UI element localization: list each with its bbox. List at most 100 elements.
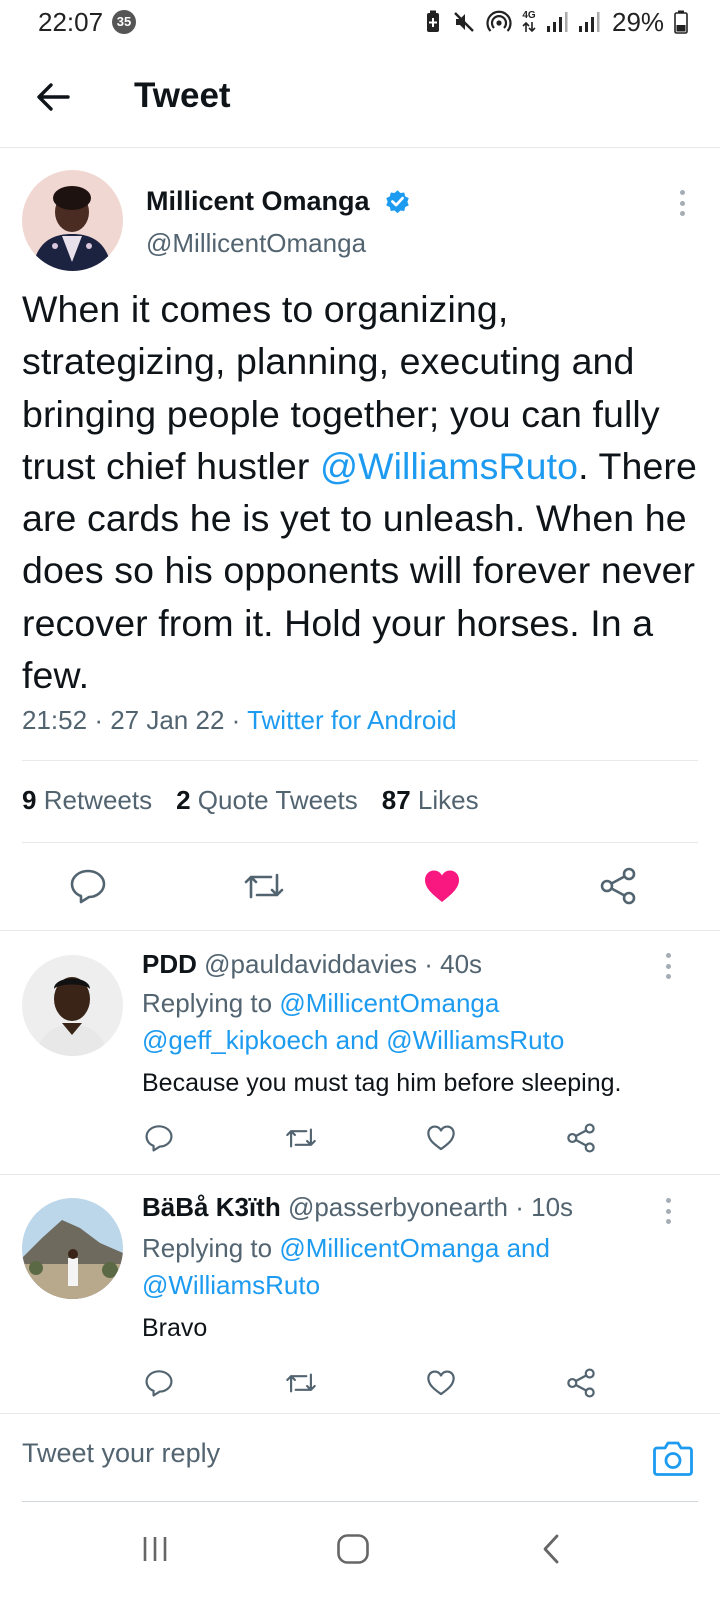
reply-icon — [145, 1125, 173, 1152]
author-handle[interactable]: @MillicentOmanga — [146, 228, 366, 259]
reply-more-options-icon[interactable] — [658, 951, 678, 981]
tweet-text: When it comes to organizing, strategizin… — [22, 283, 702, 701]
reply-icon — [145, 1370, 173, 1397]
replying-to-and: and — [335, 1025, 379, 1055]
tweet-stats: 9 Retweets 2 Quote Tweets 87 Likes — [22, 785, 479, 816]
reply-author-handle[interactable]: @passerbyonearth — [288, 1192, 508, 1222]
battery-saver-icon — [427, 10, 439, 32]
like-button[interactable] — [424, 1366, 458, 1400]
tweet-time: 21:52 — [22, 705, 88, 735]
replying-to-mention[interactable]: @geff_kipkoech — [142, 1025, 328, 1055]
nav-back-button[interactable] — [526, 1526, 576, 1572]
camera-icon — [653, 1441, 693, 1476]
app-header: Tweet — [0, 48, 720, 148]
reply-age: 40s — [440, 949, 483, 979]
replying-to-mention[interactable]: @MillicentOmanga — [279, 1233, 499, 1263]
share-button[interactable] — [564, 1121, 598, 1155]
data-arrows-icon — [522, 21, 536, 33]
mute-icon — [454, 12, 474, 32]
reply-button[interactable] — [66, 864, 110, 908]
meta-separator: · — [94, 705, 111, 735]
verified-badge-icon — [386, 190, 409, 214]
tweet-source-link[interactable]: Twitter for Android — [247, 705, 457, 735]
meta-separator: · — [231, 705, 248, 735]
signal-icon-2 — [579, 12, 600, 32]
replying-to-line: Replying to @MillicentOmanga and — [142, 1233, 550, 1264]
reply-author-handle[interactable]: @pauldaviddavies — [204, 949, 417, 979]
share-button[interactable] — [596, 864, 640, 908]
meta-separator: · — [424, 949, 441, 979]
replying-to-line: Replying to @MillicentOmanga — [142, 988, 499, 1019]
back-button[interactable] — [30, 74, 76, 120]
author-name[interactable]: Millicent Omanga — [146, 186, 370, 217]
retweet-icon — [286, 1373, 316, 1393]
status-bar: 22:07 35 4G 29% — [0, 0, 720, 44]
like-button[interactable] — [420, 864, 464, 908]
tweet-meta: 21:52 · 27 Jan 22 · Twitter for Android — [22, 705, 457, 736]
tweet-date: 27 Jan 22 — [110, 705, 225, 735]
share-icon — [567, 1123, 595, 1153]
hotspot-icon — [486, 10, 512, 32]
reply-text: Because you must tag him before sleeping… — [142, 1069, 622, 1097]
heart-filled-icon — [425, 870, 459, 902]
reply-header: BäBå K3ïth @passerbyonearth · 10s — [142, 1192, 573, 1223]
reply-header: PDD @pauldaviddavies · 40s — [142, 949, 482, 980]
retweet-button[interactable] — [284, 1121, 318, 1155]
replying-to-and: and — [506, 1233, 550, 1263]
back-arrow-icon — [37, 83, 70, 111]
home-button[interactable] — [328, 1526, 378, 1572]
retweet-button[interactable] — [284, 1366, 318, 1400]
replying-to-line: @WilliamsRuto — [142, 1270, 320, 1301]
network-type-label: 4G — [522, 10, 536, 21]
like-button[interactable] — [424, 1121, 458, 1155]
replying-to-label: Replying to — [142, 988, 273, 1018]
reply-more-options-icon[interactable] — [658, 1196, 678, 1226]
battery-percent: 29% — [612, 6, 665, 37]
reply-avatar[interactable] — [22, 955, 123, 1056]
quote-tweets-stat[interactable]: 2 Quote Tweets — [176, 785, 358, 816]
reply-age: 10s — [531, 1192, 574, 1222]
likes-stat[interactable]: 87 Likes — [382, 785, 479, 816]
notification-count-badge: 35 — [112, 10, 136, 34]
share-button[interactable] — [564, 1366, 598, 1400]
reply-composer — [0, 1413, 720, 1503]
more-options-icon[interactable] — [672, 188, 692, 218]
retweet-button[interactable] — [242, 864, 286, 908]
heart-outline-icon — [427, 1125, 455, 1151]
heart-outline-icon — [427, 1370, 455, 1396]
replying-to-mention[interactable]: @WilliamsRuto — [386, 1025, 564, 1055]
reply-tweet[interactable]: PDD @pauldaviddavies · 40s Replying to @… — [0, 931, 720, 1175]
system-nav-bar — [0, 1502, 720, 1600]
author-avatar[interactable] — [22, 170, 123, 271]
reply-button[interactable] — [142, 1121, 176, 1155]
meta-separator: · — [515, 1192, 532, 1222]
status-time: 22:07 — [38, 7, 104, 37]
home-icon — [337, 1534, 369, 1564]
reply-text: Bravo — [142, 1314, 208, 1342]
divider — [0, 1174, 720, 1175]
status-icons: 4G 29% — [424, 6, 688, 37]
reply-avatar[interactable] — [22, 1198, 123, 1299]
share-icon — [600, 867, 636, 905]
reply-author-name[interactable]: PDD — [142, 949, 197, 979]
retweet-icon — [286, 1128, 316, 1148]
reply-tweet[interactable]: BäBå K3ïth @passerbyonearth · 10s Replyi… — [0, 1176, 720, 1413]
tweet-mention-link[interactable]: @WilliamsRuto — [320, 445, 578, 487]
divider — [22, 842, 698, 843]
network-indicator: 4G — [522, 11, 536, 33]
reply-icon — [70, 869, 106, 904]
reply-input[interactable] — [22, 1438, 582, 1469]
replying-to-mention[interactable]: @MillicentOmanga — [279, 988, 499, 1018]
recent-apps-icon — [143, 1537, 167, 1561]
divider — [22, 760, 698, 761]
replying-to-mention[interactable]: @WilliamsRuto — [142, 1270, 320, 1300]
retweet-icon — [244, 873, 284, 899]
replying-to-line: @geff_kipkoech and @WilliamsRuto — [142, 1025, 564, 1056]
recent-apps-button[interactable] — [130, 1526, 180, 1572]
share-icon — [567, 1368, 595, 1398]
retweets-stat[interactable]: 9 Retweets — [22, 785, 152, 816]
reply-button[interactable] — [142, 1366, 176, 1400]
reply-author-name[interactable]: BäBå K3ïth — [142, 1192, 281, 1222]
replying-to-label: Replying to — [142, 1233, 273, 1263]
camera-button[interactable] — [652, 1438, 694, 1478]
